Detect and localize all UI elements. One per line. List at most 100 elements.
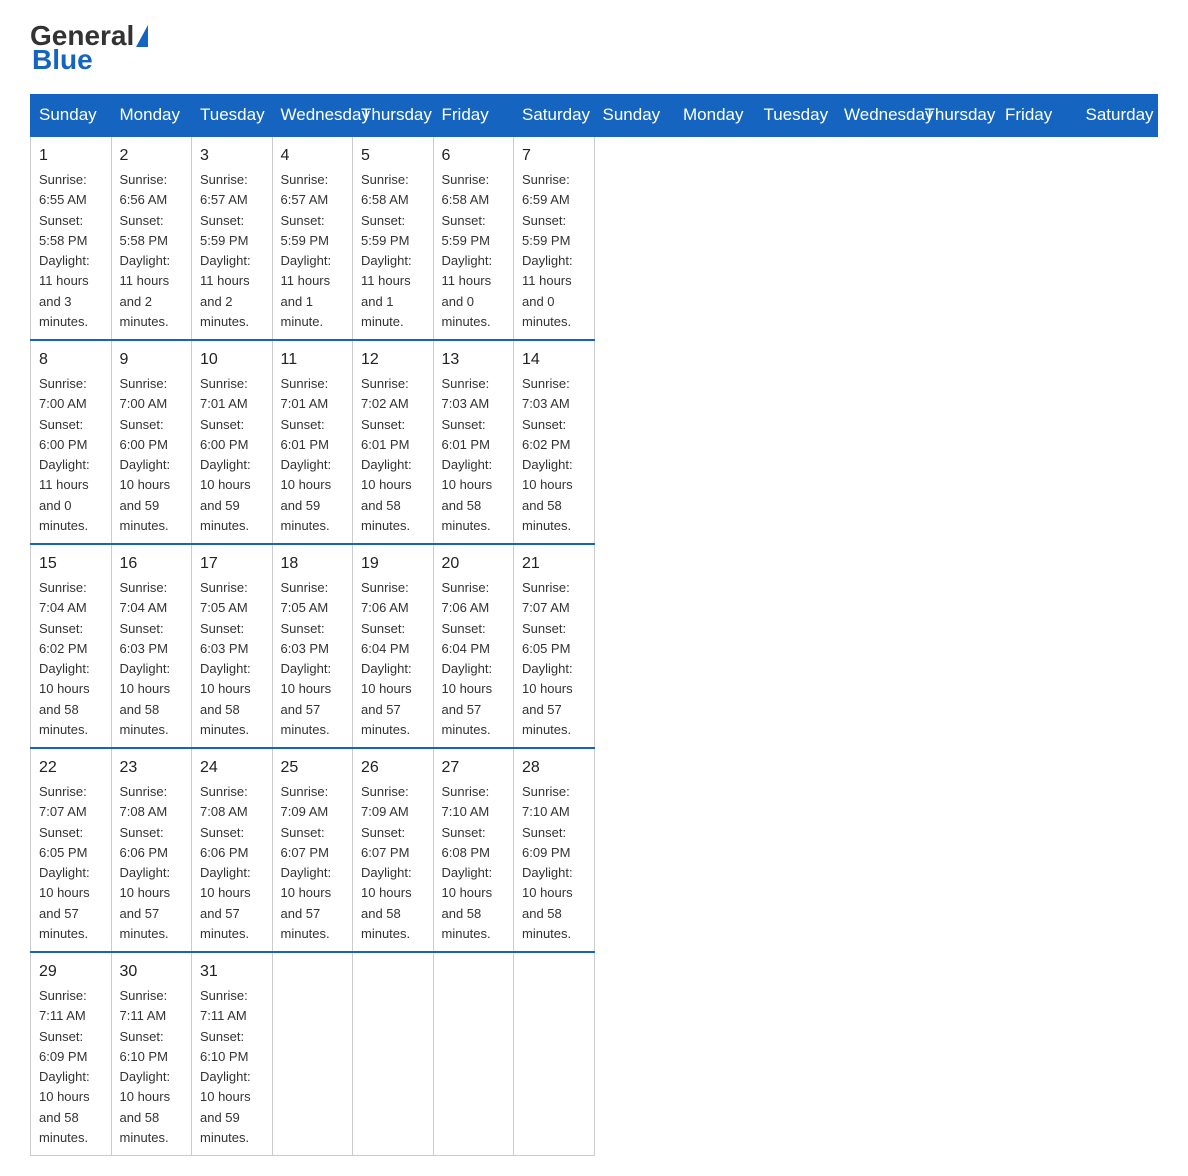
day-info: Sunrise: 7:07 AMSunset: 6:05 PMDaylight:… — [522, 580, 573, 737]
calendar-cell: 11 Sunrise: 7:01 AMSunset: 6:01 PMDaylig… — [272, 340, 353, 544]
logo-triangle-icon — [136, 25, 148, 47]
day-info: Sunrise: 6:58 AMSunset: 5:59 PMDaylight:… — [442, 172, 493, 329]
day-number: 31 — [200, 960, 264, 984]
calendar-cell: 29 Sunrise: 7:11 AMSunset: 6:09 PMDaylig… — [31, 952, 112, 1156]
day-number: 6 — [442, 144, 506, 168]
day-number: 10 — [200, 348, 264, 372]
header-wednesday: Wednesday — [836, 95, 917, 137]
day-info: Sunrise: 7:10 AMSunset: 6:09 PMDaylight:… — [522, 784, 573, 941]
calendar-week-row: 22 Sunrise: 7:07 AMSunset: 6:05 PMDaylig… — [31, 748, 1158, 952]
calendar-week-row: 15 Sunrise: 7:04 AMSunset: 6:02 PMDaylig… — [31, 544, 1158, 748]
calendar-header-row: SundayMondayTuesdayWednesdayThursdayFrid… — [31, 95, 1158, 137]
header-friday: Friday — [433, 95, 514, 137]
day-number: 11 — [281, 348, 345, 372]
header-tuesday: Tuesday — [192, 95, 273, 137]
day-number: 20 — [442, 552, 506, 576]
header-tuesday: Tuesday — [755, 95, 836, 137]
day-number: 4 — [281, 144, 345, 168]
day-number: 3 — [200, 144, 264, 168]
calendar-cell: 7 Sunrise: 6:59 AMSunset: 5:59 PMDayligh… — [514, 136, 595, 340]
day-info: Sunrise: 6:56 AMSunset: 5:58 PMDaylight:… — [120, 172, 171, 329]
day-number: 25 — [281, 756, 345, 780]
calendar-cell: 3 Sunrise: 6:57 AMSunset: 5:59 PMDayligh… — [192, 136, 273, 340]
calendar-cell: 2 Sunrise: 6:56 AMSunset: 5:58 PMDayligh… — [111, 136, 192, 340]
calendar-week-row: 1 Sunrise: 6:55 AMSunset: 5:58 PMDayligh… — [31, 136, 1158, 340]
day-number: 8 — [39, 348, 103, 372]
day-info: Sunrise: 7:11 AMSunset: 6:10 PMDaylight:… — [120, 988, 171, 1145]
day-info: Sunrise: 6:57 AMSunset: 5:59 PMDaylight:… — [281, 172, 332, 329]
day-number: 28 — [522, 756, 586, 780]
day-info: Sunrise: 7:03 AMSunset: 6:01 PMDaylight:… — [442, 376, 493, 533]
header-thursday: Thursday — [916, 95, 997, 137]
calendar-cell: 18 Sunrise: 7:05 AMSunset: 6:03 PMDaylig… — [272, 544, 353, 748]
header-sunday: Sunday — [31, 95, 112, 137]
calendar-cell — [433, 952, 514, 1156]
header-saturday: Saturday — [514, 95, 595, 137]
day-number: 30 — [120, 960, 184, 984]
day-info: Sunrise: 7:06 AMSunset: 6:04 PMDaylight:… — [361, 580, 412, 737]
calendar-cell: 6 Sunrise: 6:58 AMSunset: 5:59 PMDayligh… — [433, 136, 514, 340]
day-info: Sunrise: 7:06 AMSunset: 6:04 PMDaylight:… — [442, 580, 493, 737]
day-info: Sunrise: 6:55 AMSunset: 5:58 PMDaylight:… — [39, 172, 90, 329]
calendar-cell: 27 Sunrise: 7:10 AMSunset: 6:08 PMDaylig… — [433, 748, 514, 952]
day-number: 14 — [522, 348, 586, 372]
day-number: 12 — [361, 348, 425, 372]
day-info: Sunrise: 7:04 AMSunset: 6:02 PMDaylight:… — [39, 580, 90, 737]
header-wednesday: Wednesday — [272, 95, 353, 137]
calendar-cell: 13 Sunrise: 7:03 AMSunset: 6:01 PMDaylig… — [433, 340, 514, 544]
day-info: Sunrise: 7:05 AMSunset: 6:03 PMDaylight:… — [200, 580, 251, 737]
calendar-cell: 15 Sunrise: 7:04 AMSunset: 6:02 PMDaylig… — [31, 544, 112, 748]
calendar-cell: 23 Sunrise: 7:08 AMSunset: 6:06 PMDaylig… — [111, 748, 192, 952]
day-number: 22 — [39, 756, 103, 780]
day-info: Sunrise: 7:08 AMSunset: 6:06 PMDaylight:… — [200, 784, 251, 941]
calendar-cell — [272, 952, 353, 1156]
day-number: 21 — [522, 552, 586, 576]
day-number: 27 — [442, 756, 506, 780]
calendar-cell: 31 Sunrise: 7:11 AMSunset: 6:10 PMDaylig… — [192, 952, 273, 1156]
calendar-cell: 20 Sunrise: 7:06 AMSunset: 6:04 PMDaylig… — [433, 544, 514, 748]
day-info: Sunrise: 7:09 AMSunset: 6:07 PMDaylight:… — [281, 784, 332, 941]
header-monday: Monday — [675, 95, 756, 137]
day-number: 18 — [281, 552, 345, 576]
day-number: 29 — [39, 960, 103, 984]
day-info: Sunrise: 7:11 AMSunset: 6:09 PMDaylight:… — [39, 988, 90, 1145]
calendar-cell: 19 Sunrise: 7:06 AMSunset: 6:04 PMDaylig… — [353, 544, 434, 748]
day-number: 7 — [522, 144, 586, 168]
day-number: 1 — [39, 144, 103, 168]
logo-blue-text: Blue — [30, 44, 93, 76]
day-number: 2 — [120, 144, 184, 168]
calendar-cell: 16 Sunrise: 7:04 AMSunset: 6:03 PMDaylig… — [111, 544, 192, 748]
calendar-cell: 28 Sunrise: 7:10 AMSunset: 6:09 PMDaylig… — [514, 748, 595, 952]
calendar-cell: 10 Sunrise: 7:01 AMSunset: 6:00 PMDaylig… — [192, 340, 273, 544]
day-number: 5 — [361, 144, 425, 168]
day-info: Sunrise: 7:01 AMSunset: 6:00 PMDaylight:… — [200, 376, 251, 533]
calendar-cell: 25 Sunrise: 7:09 AMSunset: 6:07 PMDaylig… — [272, 748, 353, 952]
day-number: 16 — [120, 552, 184, 576]
calendar-cell: 12 Sunrise: 7:02 AMSunset: 6:01 PMDaylig… — [353, 340, 434, 544]
calendar-cell: 5 Sunrise: 6:58 AMSunset: 5:59 PMDayligh… — [353, 136, 434, 340]
header-sunday: Sunday — [594, 95, 675, 137]
day-number: 26 — [361, 756, 425, 780]
calendar-cell: 21 Sunrise: 7:07 AMSunset: 6:05 PMDaylig… — [514, 544, 595, 748]
calendar-cell: 14 Sunrise: 7:03 AMSunset: 6:02 PMDaylig… — [514, 340, 595, 544]
header-thursday: Thursday — [353, 95, 434, 137]
calendar-cell: 30 Sunrise: 7:11 AMSunset: 6:10 PMDaylig… — [111, 952, 192, 1156]
day-info: Sunrise: 7:09 AMSunset: 6:07 PMDaylight:… — [361, 784, 412, 941]
calendar-cell — [353, 952, 434, 1156]
calendar-cell: 22 Sunrise: 7:07 AMSunset: 6:05 PMDaylig… — [31, 748, 112, 952]
day-number: 15 — [39, 552, 103, 576]
calendar-cell: 24 Sunrise: 7:08 AMSunset: 6:06 PMDaylig… — [192, 748, 273, 952]
day-number: 9 — [120, 348, 184, 372]
day-info: Sunrise: 7:02 AMSunset: 6:01 PMDaylight:… — [361, 376, 412, 533]
day-number: 19 — [361, 552, 425, 576]
day-info: Sunrise: 7:00 AMSunset: 6:00 PMDaylight:… — [39, 376, 90, 533]
calendar-week-row: 8 Sunrise: 7:00 AMSunset: 6:00 PMDayligh… — [31, 340, 1158, 544]
calendar-cell: 17 Sunrise: 7:05 AMSunset: 6:03 PMDaylig… — [192, 544, 273, 748]
day-info: Sunrise: 7:01 AMSunset: 6:01 PMDaylight:… — [281, 376, 332, 533]
day-info: Sunrise: 7:08 AMSunset: 6:06 PMDaylight:… — [120, 784, 171, 941]
calendar-cell — [514, 952, 595, 1156]
day-number: 23 — [120, 756, 184, 780]
calendar-table: SundayMondayTuesdayWednesdayThursdayFrid… — [30, 94, 1158, 1156]
day-info: Sunrise: 6:59 AMSunset: 5:59 PMDaylight:… — [522, 172, 573, 329]
page-header: General Blue — [30, 20, 1158, 76]
